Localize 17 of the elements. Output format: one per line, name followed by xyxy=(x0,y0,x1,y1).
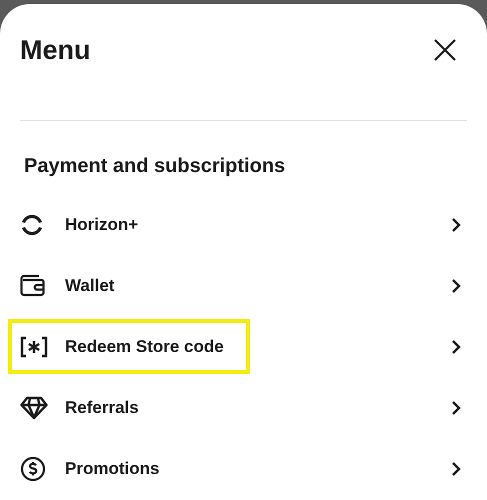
menu-item[interactable]: Horizon+ xyxy=(0,194,487,255)
chevron-right-icon xyxy=(451,278,461,294)
chevron-right-icon xyxy=(451,400,461,416)
diamond-icon xyxy=(20,396,48,420)
bracket-asterisk-icon xyxy=(20,336,48,358)
section-heading: Payment and subscriptions xyxy=(24,155,286,178)
menu-item[interactable]: Referrals xyxy=(0,377,487,438)
menu-item[interactable]: Redeem Store code xyxy=(0,316,487,377)
ring-icon xyxy=(20,212,44,236)
menu-item[interactable]: Wallet xyxy=(0,255,487,316)
chevron-right-icon xyxy=(451,460,461,476)
menu-title: Menu xyxy=(20,34,90,66)
menu-item[interactable]: Promotions xyxy=(0,438,487,499)
chevron-right-icon xyxy=(451,216,461,232)
wallet-icon xyxy=(20,274,45,297)
chevron-right-icon xyxy=(451,338,461,354)
dollar-coin-icon xyxy=(20,456,46,482)
